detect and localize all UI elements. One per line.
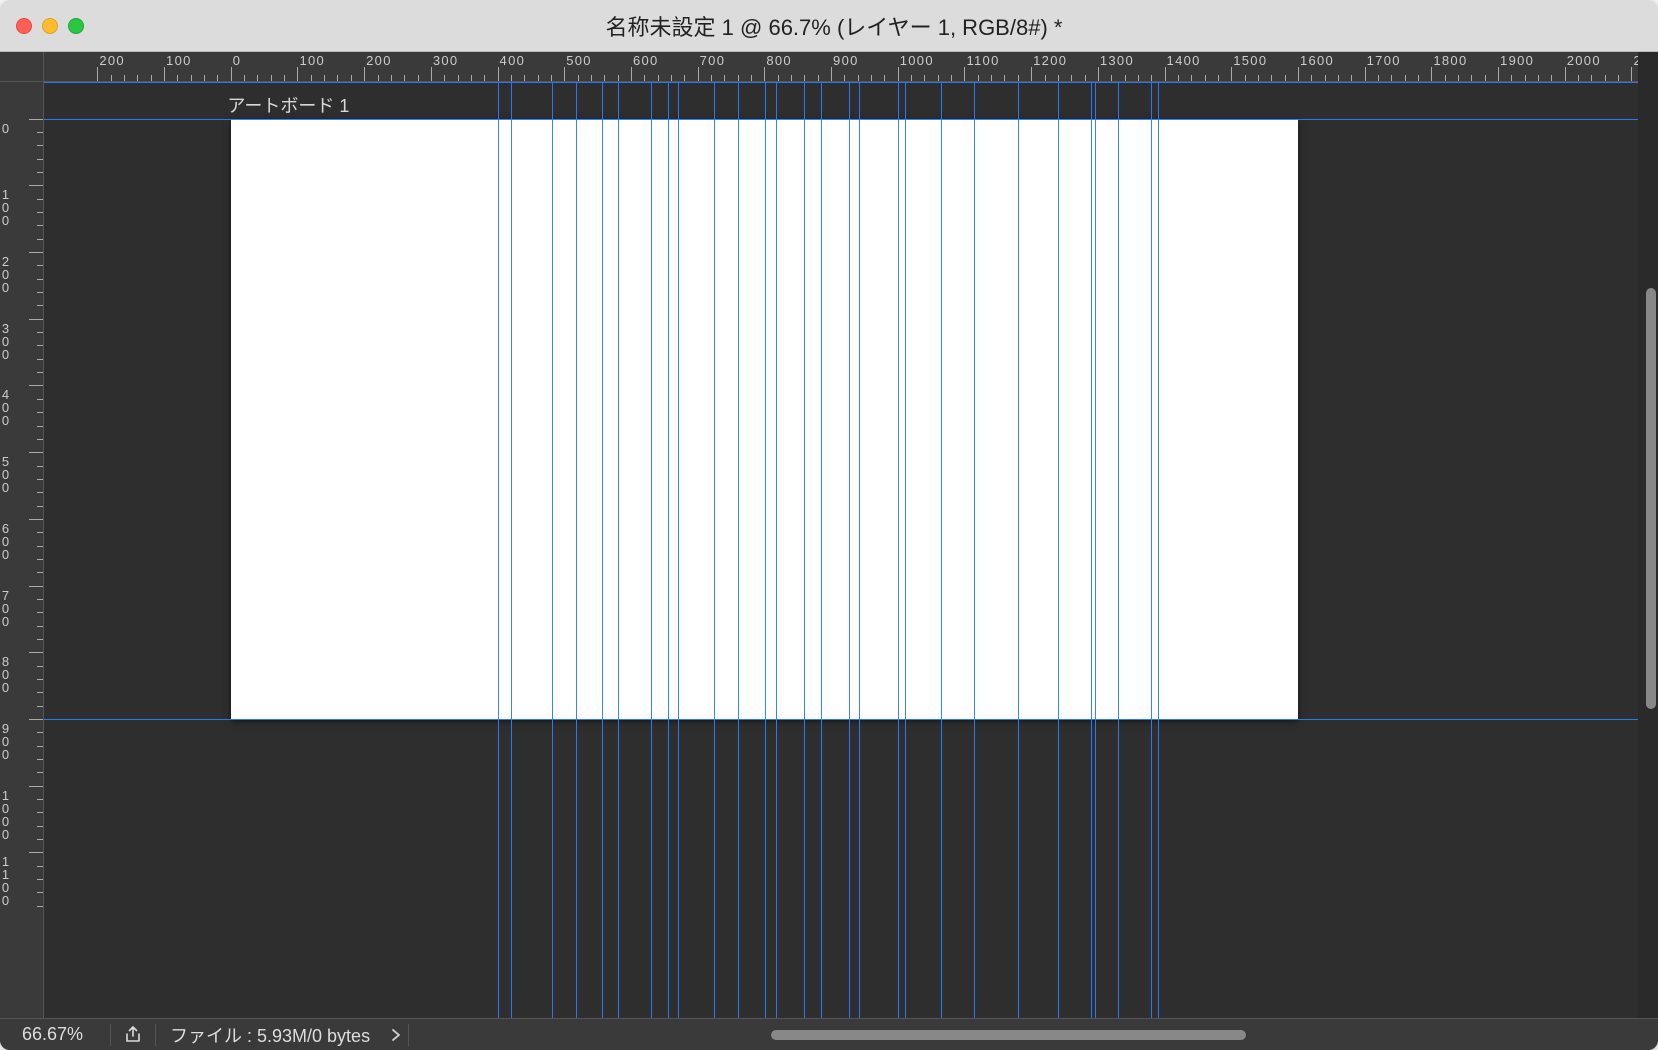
- file-info[interactable]: ファイル : 5.93M/0 bytes: [156, 1022, 384, 1048]
- guide-horizontal[interactable]: [44, 119, 1638, 120]
- guide-vertical[interactable]: [738, 82, 739, 1018]
- vertical-ruler[interactable]: 010020030040050060070080090010001100: [0, 82, 44, 1018]
- statusbar: 66.67% ファイル : 5.93M/0 bytes: [0, 1018, 1658, 1050]
- guide-vertical[interactable]: [974, 82, 975, 1018]
- horizontal-ruler[interactable]: 2001000100200300400500600700800900100011…: [44, 52, 1638, 82]
- guide-vertical[interactable]: [602, 82, 603, 1018]
- guide-vertical[interactable]: [898, 82, 899, 1018]
- canvas-viewport[interactable]: アートボード 1: [44, 82, 1638, 1018]
- guide-vertical[interactable]: [678, 82, 679, 1018]
- share-button[interactable]: [111, 1025, 155, 1045]
- minimize-button[interactable]: [42, 18, 58, 34]
- guide-vertical[interactable]: [1058, 82, 1059, 1018]
- guide-vertical[interactable]: [905, 82, 906, 1018]
- app-window: 名称未設定 1 @ 66.7% (レイヤー 1, RGB/8#) * 20010…: [0, 0, 1658, 1050]
- guide-vertical[interactable]: [668, 82, 669, 1018]
- guide-vertical[interactable]: [804, 82, 805, 1018]
- guide-vertical[interactable]: [552, 82, 553, 1018]
- guide-vertical[interactable]: [714, 82, 715, 1018]
- window-title: 名称未設定 1 @ 66.7% (レイヤー 1, RGB/8#) *: [84, 10, 1584, 42]
- info-chevron[interactable]: [384, 1028, 408, 1042]
- zoom-field[interactable]: 66.67%: [0, 1024, 110, 1045]
- guide-vertical[interactable]: [941, 82, 942, 1018]
- chevron-right-icon: [391, 1028, 401, 1042]
- guide-vertical[interactable]: [1118, 82, 1119, 1018]
- guide-vertical[interactable]: [618, 82, 619, 1018]
- guide-vertical[interactable]: [651, 82, 652, 1018]
- guide-vertical[interactable]: [821, 82, 822, 1018]
- guide-vertical[interactable]: [1095, 82, 1096, 1018]
- vertical-scrollbar[interactable]: [1646, 82, 1656, 1018]
- ruler-origin[interactable]: [0, 52, 44, 82]
- guide-vertical[interactable]: [1151, 82, 1152, 1018]
- guide-vertical[interactable]: [849, 82, 850, 1018]
- guide-vertical[interactable]: [776, 82, 777, 1018]
- guide-vertical[interactable]: [576, 82, 577, 1018]
- maximize-button[interactable]: [68, 18, 84, 34]
- artboard-label[interactable]: アートボード 1: [227, 92, 349, 118]
- guide-horizontal[interactable]: [44, 82, 1638, 83]
- vertical-scrollbar-thumb[interactable]: [1646, 288, 1656, 709]
- guide-vertical[interactable]: [765, 82, 766, 1018]
- guide-horizontal[interactable]: [44, 719, 1638, 720]
- guide-vertical[interactable]: [859, 82, 860, 1018]
- guide-vertical[interactable]: [1158, 82, 1159, 1018]
- guide-vertical[interactable]: [498, 82, 499, 1018]
- close-button[interactable]: [16, 18, 32, 34]
- horizontal-scrollbar[interactable]: [409, 1019, 1658, 1050]
- guide-vertical[interactable]: [511, 82, 512, 1018]
- share-icon: [123, 1025, 143, 1045]
- window-controls: [16, 18, 84, 34]
- guide-vertical[interactable]: [1018, 82, 1019, 1018]
- horizontal-scrollbar-thumb[interactable]: [771, 1030, 1246, 1040]
- guide-vertical[interactable]: [1091, 82, 1092, 1018]
- titlebar: 名称未設定 1 @ 66.7% (レイヤー 1, RGB/8#) *: [0, 0, 1658, 52]
- workarea: 2001000100200300400500600700800900100011…: [0, 52, 1658, 1050]
